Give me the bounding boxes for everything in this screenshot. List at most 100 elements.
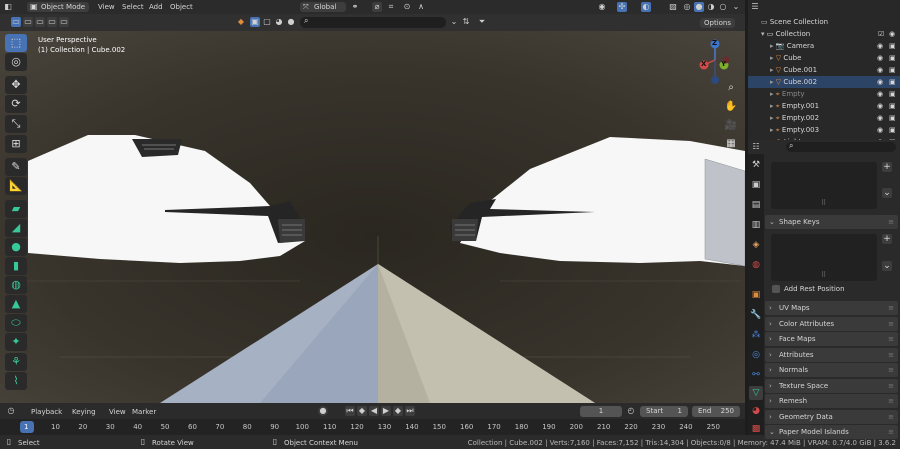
object-tab-icon[interactable]: ▣ bbox=[749, 288, 763, 302]
rotate-tool[interactable]: ⟳ bbox=[5, 95, 27, 113]
outliner-scene-collection[interactable]: ▭ Scene Collection bbox=[748, 16, 900, 28]
shading-material-icon[interactable]: ◑ bbox=[706, 2, 716, 12]
shape-keys-list[interactable]: ⠿ bbox=[771, 234, 877, 281]
add-grid-tool[interactable]: ✦ bbox=[5, 333, 27, 351]
cursor-tool[interactable]: ◎ bbox=[5, 53, 27, 71]
material-tab-icon[interactable]: ◕ bbox=[749, 404, 763, 418]
play-reverse-icon[interactable]: ◀ bbox=[369, 406, 379, 416]
drag-grip-icon[interactable]: ≡ bbox=[888, 363, 894, 377]
properties-panel-color-attributes[interactable]: › Color Attributes ≡ bbox=[765, 316, 898, 331]
tool-tab-icon[interactable]: ⚒ bbox=[749, 158, 763, 172]
timeline-menu-view[interactable]: View bbox=[109, 407, 126, 417]
outliner-editor-icon[interactable]: ☰ bbox=[750, 2, 760, 12]
eye-icon[interactable]: ◉ bbox=[877, 64, 883, 76]
properties-panel-paper-model-islands[interactable]: ⌄ Paper Model Islands ≡ bbox=[765, 425, 898, 439]
modifier-tab-icon[interactable]: 🔧 bbox=[749, 308, 763, 322]
snap-target-icon[interactable]: ⌗ bbox=[386, 2, 396, 12]
select-new-icon[interactable]: ▭ bbox=[11, 17, 21, 27]
add-torus-tool[interactable]: ⬭ bbox=[5, 314, 27, 332]
drag-grip-icon[interactable]: ≡ bbox=[888, 410, 894, 424]
drag-grip-icon[interactable]: ≡ bbox=[888, 317, 894, 331]
add-ico-sphere-tool[interactable]: ▲ bbox=[5, 295, 27, 313]
properties-editor-icon[interactable]: ☷ bbox=[751, 142, 761, 152]
add-empty-tool[interactable]: ⌇ bbox=[5, 372, 27, 390]
timeline-editor-icon[interactable]: ◷ bbox=[6, 406, 16, 416]
properties-panel-uv-maps[interactable]: › UV Maps ≡ bbox=[765, 301, 898, 315]
render-visibility-icon[interactable]: ▣ bbox=[889, 76, 896, 88]
shape-key-menu-button[interactable]: ⌄ bbox=[882, 261, 892, 271]
eye-icon[interactable]: ◉ bbox=[877, 52, 883, 64]
eye-icon[interactable]: ◉ bbox=[877, 40, 883, 52]
shading-rendered-icon[interactable]: ○ bbox=[718, 2, 728, 12]
overlay-icon[interactable]: ◐ bbox=[641, 2, 651, 12]
outliner-item[interactable]: ▸ ⌖ Empty.003 ◉ ▣ bbox=[748, 124, 900, 136]
funnel-icon[interactable]: ⏷ bbox=[477, 17, 487, 27]
shape-keys-panel[interactable]: ⌄ Shape Keys ≡ bbox=[765, 215, 898, 229]
play-icon[interactable]: ▶ bbox=[381, 406, 391, 416]
render-visibility-icon[interactable]: ▣ bbox=[889, 40, 896, 52]
add-plane-tool[interactable]: ▰ bbox=[5, 200, 27, 218]
camera-view-icon[interactable]: 🎥 bbox=[724, 119, 738, 133]
xray-icon[interactable]: ▨ bbox=[668, 2, 678, 12]
scale-tool[interactable]: ⤡ bbox=[5, 115, 27, 133]
add-cone-tool[interactable]: ● bbox=[5, 238, 27, 256]
menu-view[interactable]: View bbox=[98, 2, 115, 12]
world-tab-icon[interactable]: ◍ bbox=[749, 258, 763, 272]
outliner-item[interactable]: ▸ ▽ Cube.001 ◉ ▣ bbox=[748, 64, 900, 76]
record-icon[interactable]: ● bbox=[318, 406, 328, 416]
particles-tab-icon[interactable]: ⁂ bbox=[749, 328, 763, 342]
mode-dropdown[interactable]: ▣ Object Mode bbox=[27, 2, 89, 12]
snap-icon[interactable]: ⌀ bbox=[372, 2, 382, 12]
render-visibility-icon[interactable]: ▣ bbox=[889, 100, 896, 112]
shading-options-icon[interactable]: ⌄ bbox=[731, 2, 741, 12]
outliner-item[interactable]: ▸ ⌖ Empty ◉ ▣ bbox=[748, 88, 900, 100]
editor-type-icon[interactable]: ◧ bbox=[3, 2, 13, 12]
drag-grip-icon[interactable]: ≡ bbox=[888, 425, 894, 439]
filter-dropdown-icon[interactable]: ⌄ bbox=[449, 17, 459, 27]
jump-end-icon[interactable]: ⏭ bbox=[405, 406, 415, 416]
zoom-icon[interactable]: ⌕ bbox=[724, 81, 738, 95]
eye-icon[interactable]: ◉ bbox=[877, 88, 883, 100]
constraints-tab-icon[interactable]: ⚯ bbox=[749, 368, 763, 382]
falloff-icon[interactable]: ∧ bbox=[416, 2, 426, 12]
3d-viewport[interactable]: User Perspective (1) Collection | Cube.0… bbox=[0, 31, 745, 403]
end-frame-field[interactable]: End 250 bbox=[692, 406, 740, 417]
add-cylinder-tool[interactable]: ▮ bbox=[5, 257, 27, 275]
mesh-filter-icon[interactable]: ▣ bbox=[250, 17, 260, 27]
add-cube-tool[interactable]: ◢ bbox=[5, 219, 27, 237]
annotate-tool[interactable]: ✎ bbox=[5, 158, 27, 176]
orientation-dropdown[interactable]: ⤧ Global bbox=[300, 2, 346, 12]
outliner-item[interactable]: ▸ ⌖ Empty.001 ◉ ▣ bbox=[748, 100, 900, 112]
outliner-item[interactable]: ▸ ▽ Cube.002 ◉ ▣ bbox=[748, 76, 900, 88]
jump-start-icon[interactable]: ⏮ bbox=[345, 406, 355, 416]
mesh-data-tab-icon[interactable]: ▽ bbox=[749, 386, 763, 400]
object-type-icon[interactable]: ◆ bbox=[236, 17, 246, 27]
timeline-menu-playback[interactable]: Playback bbox=[31, 407, 62, 417]
drag-grip-icon[interactable]: ≡ bbox=[888, 379, 894, 393]
menu-object[interactable]: Object bbox=[170, 2, 193, 12]
wire-filter-icon[interactable]: ▢ bbox=[262, 17, 272, 27]
select-invert-icon[interactable]: ▭ bbox=[47, 17, 57, 27]
drag-grip-icon[interactable]: ≡ bbox=[888, 394, 894, 408]
shading-solid-icon[interactable]: ● bbox=[694, 2, 704, 12]
vertex-group-add-button[interactable]: + bbox=[882, 162, 892, 172]
drag-grip-icon[interactable]: ≡ bbox=[888, 301, 894, 315]
eye-icon[interactable]: ◉ bbox=[877, 124, 883, 136]
eye-icon[interactable]: ◉ bbox=[889, 28, 895, 40]
next-key-icon[interactable]: ◆ bbox=[393, 406, 403, 416]
current-frame-field[interactable]: 1 bbox=[580, 406, 622, 417]
add-rest-position-checkbox[interactable]: Add Rest Position bbox=[772, 284, 892, 294]
select-box-tool[interactable]: ⬚ bbox=[5, 34, 27, 52]
properties-panel-attributes[interactable]: › Attributes ≡ bbox=[765, 347, 898, 362]
solid-filter-icon[interactable]: ● bbox=[286, 17, 296, 27]
texture-tab-icon[interactable]: ▩ bbox=[749, 422, 763, 436]
move-tool[interactable]: ✥ bbox=[5, 76, 27, 94]
drag-grip-icon[interactable]: ≡ bbox=[888, 348, 894, 362]
scene-tab-icon[interactable]: ◈ bbox=[749, 238, 763, 252]
grid-perspective-icon[interactable]: ▦ bbox=[724, 137, 738, 151]
render-visibility-icon[interactable]: ▣ bbox=[889, 112, 896, 124]
physics-tab-icon[interactable]: ◎ bbox=[749, 348, 763, 362]
render-visibility-icon[interactable]: ▣ bbox=[889, 52, 896, 64]
sort-icon[interactable]: ⇅ bbox=[461, 17, 471, 27]
outliner-item[interactable]: ▸ ▽ Cube ◉ ▣ bbox=[748, 52, 900, 64]
